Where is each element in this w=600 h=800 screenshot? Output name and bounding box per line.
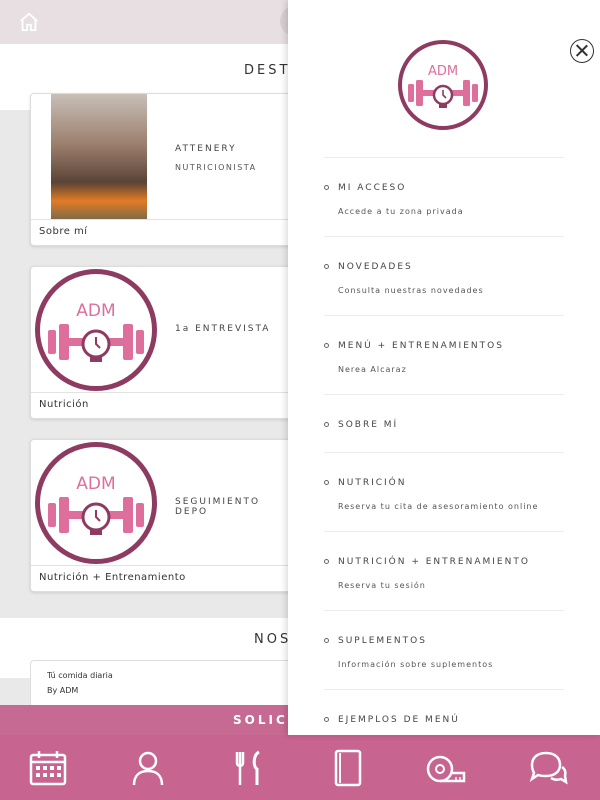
nutritionist-photo bbox=[51, 94, 147, 220]
book-icon[interactable] bbox=[328, 749, 368, 787]
menu-item-subtitle: Accede a tu zona privada bbox=[338, 207, 464, 216]
card-nutrition[interactable]: ADM 1a ENTREVISTA Nutrición bbox=[30, 266, 292, 419]
menu-item-subtitle: Reserva tu cita de asesoramiento online bbox=[338, 502, 539, 511]
side-menu-drawer: ADM MI ACCESO Accede a tu zona privada N… bbox=[288, 0, 600, 735]
card-footer: Nutrición + Entrenamiento bbox=[31, 565, 291, 591]
card-footer-label: Nutrición + Entrenamiento bbox=[39, 572, 186, 583]
bullet-icon bbox=[324, 480, 329, 485]
card-footer-label: Sobre mí bbox=[39, 226, 88, 237]
menu-item-label: EJEMPLOS DE MENÚ bbox=[338, 715, 460, 725]
drawer-logo: ADM bbox=[398, 40, 488, 130]
adm-logo: ADM bbox=[35, 269, 157, 391]
bullet-icon bbox=[324, 638, 329, 643]
card-name: 1a ENTREVISTA bbox=[175, 324, 271, 334]
bullet-icon bbox=[324, 343, 329, 348]
card-footer: Sobre mí bbox=[31, 219, 291, 245]
chat-icon[interactable] bbox=[528, 749, 568, 787]
menu-item-ejemplos-de-menu[interactable]: EJEMPLOS DE MENÚ bbox=[324, 689, 564, 735]
menu-item-mi-acceso[interactable]: MI ACCESO Accede a tu zona privada bbox=[324, 157, 564, 235]
menu-item-label: NOVEDADES bbox=[338, 262, 413, 272]
card-footer: Nutrición bbox=[31, 392, 291, 418]
bullet-icon bbox=[324, 559, 329, 564]
card-footer-label: Nutrición bbox=[39, 399, 89, 410]
food-card-title: Tú comida diaria bbox=[47, 671, 113, 680]
daily-food-card[interactable]: Tú comida diaria By ADM bbox=[30, 660, 292, 708]
menu-item-label: MI ACCESO bbox=[338, 183, 407, 193]
bullet-icon bbox=[324, 264, 329, 269]
menu-item-subtitle: Nerea Alcaraz bbox=[338, 365, 407, 374]
logo-text: ADM bbox=[76, 301, 115, 321]
logo-text: ADM bbox=[76, 474, 115, 494]
menu-item-label: SOBRE MÍ bbox=[338, 420, 399, 430]
card-name: ATTENERY bbox=[175, 144, 237, 154]
menu-item-sobre-mi[interactable]: SOBRE MÍ bbox=[324, 394, 564, 452]
calendar-icon[interactable] bbox=[28, 749, 68, 787]
card-name: SEGUIMIENTO DEPO bbox=[175, 497, 261, 517]
second-section-title: NOS bbox=[254, 632, 292, 647]
menu-item-nutricion-entrenamiento[interactable]: NUTRICIÓN + ENTRENAMIENTO Reserva tu ses… bbox=[324, 531, 564, 609]
bullet-icon bbox=[324, 185, 329, 190]
card-nutrition-training[interactable]: ADM SEGUIMIENTO DEPO Nutrición + Entrena… bbox=[30, 439, 292, 592]
menu-item-label: MENÚ + ENTRENAMIENTOS bbox=[338, 341, 504, 351]
user-icon[interactable] bbox=[128, 749, 168, 787]
menu-item-subtitle: Reserva tu sesión bbox=[338, 581, 426, 590]
bottom-nav bbox=[0, 735, 600, 800]
close-icon[interactable] bbox=[570, 39, 594, 63]
cutlery-icon[interactable] bbox=[229, 749, 269, 787]
tape-measure-icon[interactable] bbox=[426, 749, 466, 787]
food-card-author: By ADM bbox=[47, 686, 79, 695]
menu-item-nutricion[interactable]: NUTRICIÓN Reserva tu cita de asesoramien… bbox=[324, 452, 564, 530]
menu-item-suplementos[interactable]: SUPLEMENTOS Información sobre suplemento… bbox=[324, 610, 564, 688]
bullet-icon bbox=[324, 422, 329, 427]
menu-item-subtitle: Información sobre suplementos bbox=[338, 660, 494, 669]
adm-logo: ADM bbox=[35, 442, 157, 564]
logo-text: ADM bbox=[428, 64, 458, 79]
menu-item-label: NUTRICIÓN + ENTRENAMIENTO bbox=[338, 557, 530, 567]
request-button-label: SOLICI bbox=[233, 713, 296, 727]
bullet-icon bbox=[324, 717, 329, 722]
menu-item-label: SUPLEMENTOS bbox=[338, 636, 427, 646]
menu-item-novedades[interactable]: NOVEDADES Consulta nuestras novedades bbox=[324, 236, 564, 314]
card-role: NUTRICIONISTA bbox=[175, 163, 257, 172]
menu-item-menu-entrenamientos[interactable]: MENÚ + ENTRENAMIENTOS Nerea Alcaraz bbox=[324, 315, 564, 393]
menu-item-subtitle: Consulta nuestras novedades bbox=[338, 286, 484, 295]
card-about-me[interactable]: ATTENERY NUTRICIONISTA Sobre mí bbox=[30, 93, 292, 246]
home-icon[interactable] bbox=[18, 11, 40, 33]
menu-item-label: NUTRICIÓN bbox=[338, 478, 407, 488]
